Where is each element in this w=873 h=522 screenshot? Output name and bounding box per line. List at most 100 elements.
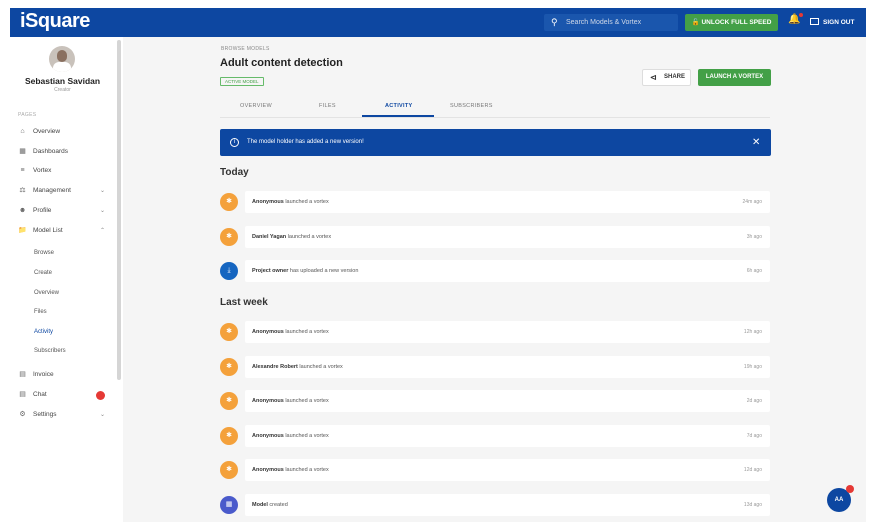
activity-item[interactable]: Anonymous launched a vortex 2d ago	[245, 390, 770, 412]
page-title: Adult content detection	[220, 57, 343, 69]
sidebar-scrollbar[interactable]	[117, 40, 121, 380]
chevron-down-icon[interactable]: ⌄	[100, 185, 105, 197]
vortex-launch-icon: ✱	[220, 427, 238, 445]
activity-action: launched a vortex	[285, 398, 329, 404]
activity-actor: Anonymous	[252, 329, 284, 335]
user-role: Creator	[54, 87, 71, 93]
sidebar-item-settings[interactable]: ⚙ Settings	[18, 409, 56, 421]
activity-text: Anonymous launched a vortex	[252, 191, 329, 213]
sidebar-subitem-subscribers[interactable]: Subscribers	[34, 346, 66, 356]
chevron-up-icon[interactable]: ⌃	[100, 225, 105, 237]
user-name: Sebastian Savidan	[24, 76, 101, 86]
notification-dot	[799, 13, 804, 17]
activity-actor: Project owner	[252, 268, 289, 274]
activity-text: Anonymous launched a vortex	[252, 390, 329, 412]
sidebar-subitem-files[interactable]: Files	[34, 307, 47, 317]
activity-time: 24m ago	[742, 199, 762, 205]
activity-time: 7d ago	[746, 433, 762, 439]
activity-item[interactable]: Model created 13d ago	[245, 494, 770, 516]
unlock-button[interactable]: 🔓 UNLOCK FULL SPEED	[685, 14, 778, 31]
vortex-launch-icon: ✱	[220, 392, 238, 410]
activity-action: launched a vortex	[287, 234, 332, 240]
launch-vortex-button[interactable]: LAUNCH A VORTEX	[698, 69, 771, 86]
activity-actor: Anonymous	[252, 199, 284, 205]
fab-label: AA	[834, 497, 844, 503]
activity-item[interactable]: Anonymous launched a vortex 24m ago	[245, 191, 770, 213]
sidebar-subitem-browse[interactable]: Browse	[34, 248, 54, 258]
signout-button[interactable]: SIGN OUT	[810, 14, 854, 31]
vortex-launch-icon: ✱	[220, 193, 238, 211]
activity-action: launched a vortex	[285, 433, 329, 439]
profile-icon: ☻	[18, 207, 27, 214]
activity-action: launched a vortex	[285, 467, 329, 473]
tab-subscribers[interactable]: SUBSCRIBERS	[450, 103, 493, 109]
avatar[interactable]	[49, 46, 75, 72]
sidebar-subitem-activity[interactable]: Activity	[34, 327, 53, 337]
model-icon: ▦	[220, 496, 238, 514]
activity-actor: Anonymous	[252, 398, 284, 404]
activity-item[interactable]: Anonymous launched a vortex 12d ago	[245, 459, 770, 481]
activity-text: Model created	[252, 494, 288, 516]
chat-fab-button[interactable]: AA	[827, 485, 854, 512]
activity-actor: Anonymous	[252, 433, 284, 439]
activity-item[interactable]: Project owner has uploaded a new version…	[245, 260, 770, 282]
bell-icon[interactable]: 🔔	[788, 13, 804, 25]
signout-label: SIGN OUT	[823, 19, 855, 26]
search-input[interactable]: ⚲ Search Models & Vortex	[544, 14, 678, 31]
sidebar-item-invoice[interactable]: ▤ Invoice	[18, 369, 53, 381]
management-icon: ⚖	[19, 187, 26, 194]
vortex-icon: ≡	[20, 167, 25, 174]
tab-files[interactable]: FILES	[319, 103, 336, 109]
settings-icon: ⚙	[19, 411, 26, 418]
app-logo[interactable]: iSquare	[20, 10, 90, 33]
vortex-launch-icon: ✱	[220, 461, 238, 479]
activity-item[interactable]: Daniel Yagan launched a vortex 3h ago	[245, 226, 770, 248]
sidebar-item-overview[interactable]: ⌂ Overview	[18, 126, 60, 138]
tab-activity[interactable]: ACTIVITY	[385, 103, 412, 109]
sidebar-item-model-list[interactable]: 📁 Model List	[18, 225, 62, 237]
sidebar-subitem-overview[interactable]: Overview	[34, 288, 59, 298]
unlock-label: UNLOCK FULL SPEED	[701, 19, 772, 26]
chevron-down-icon[interactable]: ⌄	[100, 409, 105, 421]
share-button[interactable]: ⊲ SHARE	[642, 69, 691, 86]
lock-icon: 🔓	[691, 19, 702, 26]
sidebar-item-management[interactable]: ⚖ Management	[18, 185, 71, 197]
activity-action: created	[269, 502, 288, 508]
vortex-launch-icon: ✱	[220, 323, 238, 341]
activity-time: 12d ago	[743, 467, 762, 473]
activity-item[interactable]: Anonymous launched a vortex 12h ago	[245, 321, 770, 343]
activity-time: 6h ago	[746, 268, 762, 274]
download-icon: ⤓	[220, 262, 238, 280]
status-badge: ACTIVE MODEL	[220, 77, 264, 86]
tab-overview[interactable]: OVERVIEW	[240, 103, 272, 109]
activity-text: Alexandre Robert launched a vortex	[252, 356, 343, 378]
activity-time: 12h ago	[743, 329, 762, 335]
chat-icon: ▤	[19, 391, 26, 398]
sidebar-item-vortex[interactable]: ≡ Vortex	[18, 165, 51, 177]
breadcrumb[interactable]: BROWSE MODELS	[221, 46, 270, 52]
invoice-icon: ▤	[19, 371, 26, 378]
activity-item[interactable]: Anonymous launched a vortex 7d ago	[245, 425, 770, 447]
activity-action: launched a vortex	[285, 329, 329, 335]
activity-item[interactable]: Alexandre Robert launched a vortex 19h ag…	[245, 356, 770, 378]
sidebar-item-dashboards[interactable]: ▦ Dashboards	[18, 146, 68, 158]
active-tab-indicator	[362, 115, 434, 117]
section-title-last-week: Last week	[220, 297, 268, 308]
vortex-launch-icon: ✱	[220, 228, 238, 246]
activity-actor: Alexandre Robert	[252, 364, 298, 370]
pages-label: PAGES	[18, 112, 37, 118]
sidebar-item-chat[interactable]: ▤ Chat	[18, 389, 47, 401]
activity-time: 19h ago	[743, 364, 762, 370]
top-bar: iSquare ⚲ Search Models & Vortex 🔓 UNLOC…	[10, 8, 866, 37]
activity-text: Project owner has uploaded a new version	[252, 260, 358, 282]
close-icon[interactable]: ✕	[752, 129, 760, 156]
activity-text: Anonymous launched a vortex	[252, 459, 329, 481]
sidebar-subitem-create[interactable]: Create	[34, 268, 52, 278]
alert-banner: i The model holder has added a new versi…	[220, 129, 771, 156]
activity-actor: Anonymous	[252, 467, 284, 473]
activity-time: 13d ago	[743, 502, 762, 508]
chevron-down-icon[interactable]: ⌄	[100, 205, 105, 217]
activity-text: Anonymous launched a vortex	[252, 425, 329, 447]
dashboard-icon: ▦	[19, 148, 26, 155]
sidebar-item-profile[interactable]: ☻ Profile	[18, 205, 52, 217]
